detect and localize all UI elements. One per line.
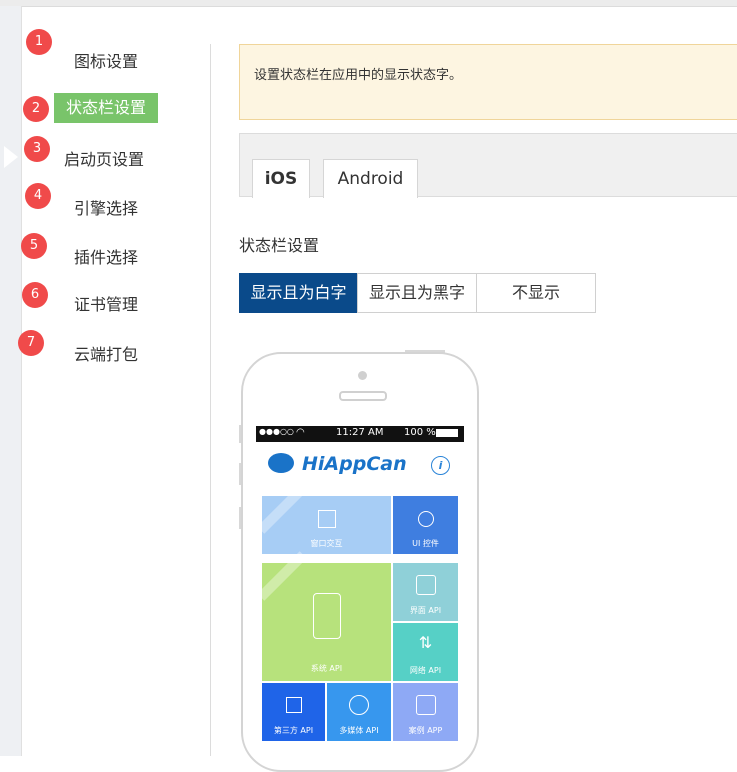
sidebar-item-launch-settings[interactable]: 启动页设置 [64,146,144,170]
step-badge-1: 1 [26,29,52,55]
sidebar-item-icon-settings[interactable]: 图标设置 [74,48,138,72]
tile-label: 网络 API [409,666,442,675]
play-icon [349,695,369,715]
battery-percent: 100 % [404,427,436,438]
step-badge-5: 5 [21,233,47,259]
tile-network-api: ⇅ 网络 API [393,623,458,681]
tab-ios[interactable]: iOS [252,159,310,198]
collapse-notch[interactable] [4,146,18,168]
sidebar-item-plugin-select[interactable]: 插件选择 [74,244,138,268]
step-badge-2: 2 [23,96,49,122]
tile-ribbon [257,484,307,534]
tile-ribbon [257,551,307,601]
tile-label: 案例 APP [408,726,443,735]
tile-system-api: 系统 API [257,551,391,681]
option-black-text[interactable]: 显示且为黑字 [357,273,477,313]
wifi-icon: ◠ [296,427,305,438]
tile-window-interaction: 窗口交互 [257,484,391,554]
frame-icon [415,575,436,595]
phone-screen: ●●●○○ ◠ 11:27 AM 100 % HiAppCan i 窗口交互 U… [256,426,464,756]
step-badge-3: 3 [24,136,50,162]
section-title: 状态栏设置 [239,236,320,255]
platform-tabs: iOS Android [239,133,737,198]
tile-label: 界面 API [409,606,442,615]
app-store-icon [415,695,436,715]
phone-speaker [339,391,387,401]
tile-ui-api: 界面 API [393,563,458,621]
phone-gear-icon [312,593,341,639]
battery-icon [436,429,458,437]
tile-label: 窗口交互 [310,539,343,548]
signal-indicator: ●●●○○ [259,427,294,436]
step-badge-6: 6 [22,282,48,308]
option-hidden[interactable]: 不显示 [476,273,596,313]
tile-label: 系统 API [310,664,343,673]
sidebar-item-cloud-package[interactable]: 云端打包 [74,341,138,365]
tile-label: 第三方 API [273,726,314,735]
tab-android[interactable]: Android [323,159,418,198]
transfer-icon: ⇅ [418,633,433,652]
status-time: 11:27 AM [336,427,384,438]
step-badge-7: 7 [18,330,44,356]
step-badge-4: 4 [25,183,51,209]
tile-label: UI 控件 [412,539,439,548]
tile-ui-controls: UI 控件 [393,496,458,554]
sidebar-item-engine-select[interactable]: 引擎选择 [74,195,138,219]
sidebar-item-statusbar-settings[interactable]: 状态栏设置 [54,93,159,123]
app-name: HiAppCan [302,453,407,475]
option-white-text[interactable]: 显示且为白字 [239,273,358,313]
top-bar [0,0,737,7]
tile-third-party-api: 第三方 API [262,683,325,741]
left-edge-strip [0,6,22,756]
tile-label: 多媒体 API [339,726,379,735]
sidebar-divider [210,44,211,756]
phone-camera [358,371,367,380]
record-icon [417,511,434,527]
phone-status-bar: ●●●○○ ◠ 11:27 AM 100 % [256,426,464,442]
tile-example-app: 案例 APP [393,683,458,741]
window-icon [317,510,336,528]
share-nodes-icon [285,697,302,713]
sidebar-item-certificate[interactable]: 证书管理 [74,291,138,315]
info-icon: i [431,456,450,475]
tip-banner: 设置状态栏在应用中的显示状态字。 [239,44,737,120]
tile-multimedia-api: 多媒体 API [327,683,391,741]
app-logo-icon [268,453,294,473]
